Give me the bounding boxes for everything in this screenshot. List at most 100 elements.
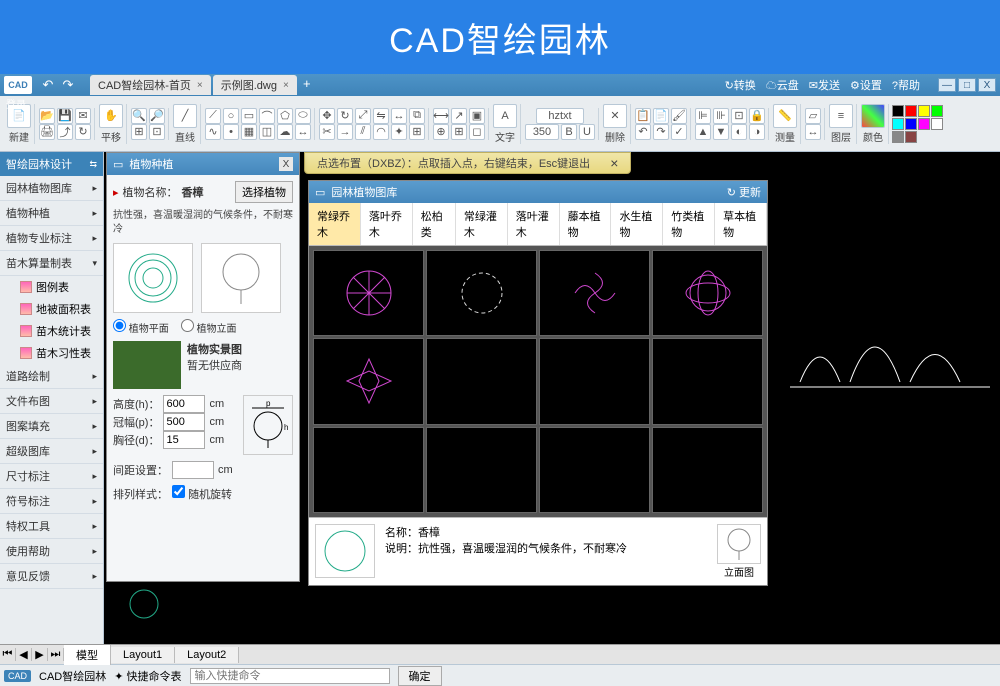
elev-thumb[interactable] xyxy=(201,243,281,313)
lib-cell[interactable] xyxy=(426,250,537,336)
region-icon[interactable]: ◫ xyxy=(259,124,275,140)
explode-icon[interactable]: ✦ xyxy=(391,124,407,140)
text-size-input[interactable]: 350 xyxy=(525,124,559,140)
open-icon[interactable]: 📂 xyxy=(39,108,55,124)
lib-tab[interactable]: 藤本植物 xyxy=(560,203,612,245)
match-icon[interactable]: ✓ xyxy=(671,124,687,140)
front-icon[interactable]: ▲ xyxy=(695,124,711,140)
help-button[interactable]: ?帮助 xyxy=(892,77,920,93)
back-button[interactable]: ↶ xyxy=(40,77,56,93)
select-plant-button[interactable]: 选择植物 xyxy=(235,181,293,203)
elev-button[interactable]: 立面图 xyxy=(717,564,761,579)
color-swatch[interactable] xyxy=(918,118,930,130)
lib-cell[interactable] xyxy=(426,427,537,513)
close-hint-icon[interactable]: × xyxy=(610,155,618,171)
xline-icon[interactable]: ↔ xyxy=(295,124,311,140)
refresh-icon[interactable]: ↻ xyxy=(75,124,91,140)
color-swatch[interactable] xyxy=(892,118,904,130)
color-icon[interactable] xyxy=(861,104,885,128)
revcloud-icon[interactable]: ☁ xyxy=(277,124,293,140)
table-icon[interactable]: ⊞ xyxy=(451,124,467,140)
group-icon[interactable]: ⊡ xyxy=(731,108,747,124)
height-input[interactable] xyxy=(163,395,205,413)
color-swatch[interactable] xyxy=(931,118,943,130)
paste-icon[interactable]: 📄 xyxy=(653,108,669,124)
undo-icon[interactable]: ↶ xyxy=(635,124,651,140)
underline-icon[interactable]: U xyxy=(579,124,595,140)
lib-tab[interactable]: 落叶乔木 xyxy=(361,203,413,245)
dist-icon[interactable]: ↔ xyxy=(805,124,821,140)
sidebar-item[interactable]: 图案填充▸ xyxy=(0,414,103,439)
lib-cell[interactable] xyxy=(313,427,424,513)
color-swatch[interactable] xyxy=(905,131,917,143)
login-label[interactable]: 登录 xyxy=(2,96,30,116)
first-icon[interactable]: ⏮ xyxy=(0,648,16,661)
sidebar-item[interactable]: 文件布图▸ xyxy=(0,389,103,414)
wipeout-icon[interactable]: ◻ xyxy=(469,124,485,140)
radio-plan[interactable]: 植物平面 xyxy=(113,319,169,335)
point-icon[interactable]: • xyxy=(223,124,239,140)
lib-cell[interactable] xyxy=(652,250,763,336)
insert-icon[interactable]: ⊕ xyxy=(433,124,449,140)
hide-icon[interactable]: ◐ xyxy=(731,124,747,140)
fillet-icon[interactable]: ◠ xyxy=(373,124,389,140)
plan-thumb[interactable] xyxy=(113,243,193,313)
sidebar-item[interactable]: 特权工具▸ xyxy=(0,514,103,539)
close-icon[interactable]: × xyxy=(283,80,289,91)
distribute-icon[interactable]: ⊪ xyxy=(713,108,729,124)
color-swatch[interactable] xyxy=(931,105,943,117)
lib-tab[interactable]: 松柏类 xyxy=(413,203,456,245)
format-icon[interactable]: 🖌 xyxy=(671,108,687,124)
array-icon[interactable]: ⊞ xyxy=(409,124,425,140)
line-icon[interactable]: ╱ xyxy=(173,104,197,128)
circle-icon[interactable]: ○ xyxy=(223,108,239,124)
mail-icon[interactable]: ✉ xyxy=(75,108,91,124)
offset-icon[interactable]: ⫽ xyxy=(355,124,371,140)
add-tab-button[interactable]: + xyxy=(299,75,315,91)
mirror-icon[interactable]: ⇋ xyxy=(373,108,389,124)
sidebar-item[interactable]: 植物专业标注▸ xyxy=(0,226,103,251)
forward-button[interactable]: ↷ xyxy=(60,77,76,93)
color-swatch[interactable] xyxy=(892,131,904,143)
export-icon[interactable]: ⤴ xyxy=(57,124,73,140)
close-icon[interactable]: × xyxy=(197,80,203,91)
lib-cell[interactable] xyxy=(539,427,650,513)
hatch-icon[interactable]: ▦ xyxy=(241,124,257,140)
dbh-input[interactable] xyxy=(163,431,205,449)
block-icon[interactable]: ▣ xyxy=(469,108,485,124)
zoom-in-icon[interactable]: 🔍 xyxy=(131,108,147,124)
arc-icon[interactable]: ⌒ xyxy=(259,108,275,124)
save-icon[interactable]: 💾 xyxy=(57,108,73,124)
next-icon[interactable]: ▶ xyxy=(32,648,48,661)
lib-tab[interactable]: 草本植物 xyxy=(715,203,767,245)
color-swatch[interactable] xyxy=(905,118,917,130)
doc-tab-home[interactable]: CAD智绘园林-首页× xyxy=(90,75,211,95)
lib-tab[interactable]: 水生植物 xyxy=(611,203,663,245)
close-panel-icon[interactable]: X xyxy=(279,157,293,171)
copy-icon[interactable]: ⧉ xyxy=(409,108,425,124)
lib-cell[interactable] xyxy=(313,338,424,424)
zoom-window-icon[interactable]: ⊡ xyxy=(149,124,165,140)
align-icon[interactable]: ⊫ xyxy=(695,108,711,124)
sidebar-item[interactable]: 尺寸标注▸ xyxy=(0,464,103,489)
copy-clip-icon[interactable]: 📋 xyxy=(635,108,651,124)
spline-icon[interactable]: ∿ xyxy=(205,124,221,140)
print-icon[interactable]: 🖨 xyxy=(39,124,55,140)
command-input[interactable] xyxy=(190,668,390,684)
convert-button[interactable]: ↻转换 xyxy=(725,77,756,93)
cloud-button[interactable]: ☁云盘 xyxy=(766,77,799,93)
tab-layout1[interactable]: Layout1 xyxy=(111,647,175,663)
stretch-icon[interactable]: ↔ xyxy=(391,108,407,124)
lib-cell[interactable] xyxy=(426,338,537,424)
isolate-icon[interactable]: ◑ xyxy=(749,124,765,140)
prev-icon[interactable]: ◀ xyxy=(16,648,32,661)
settings-button[interactable]: ⚙设置 xyxy=(850,77,882,93)
rect-icon[interactable]: ▭ xyxy=(241,108,257,124)
refresh-button[interactable]: ↻ 更新 xyxy=(727,184,761,200)
sidebar-item[interactable]: 植物种植▸ xyxy=(0,201,103,226)
send-button[interactable]: ✉发送 xyxy=(809,77,840,93)
color-swatch[interactable] xyxy=(905,105,917,117)
crown-input[interactable] xyxy=(163,413,205,431)
trim-icon[interactable]: ✂ xyxy=(319,124,335,140)
sidebar-item[interactable]: 道路绘制▸ xyxy=(0,364,103,389)
